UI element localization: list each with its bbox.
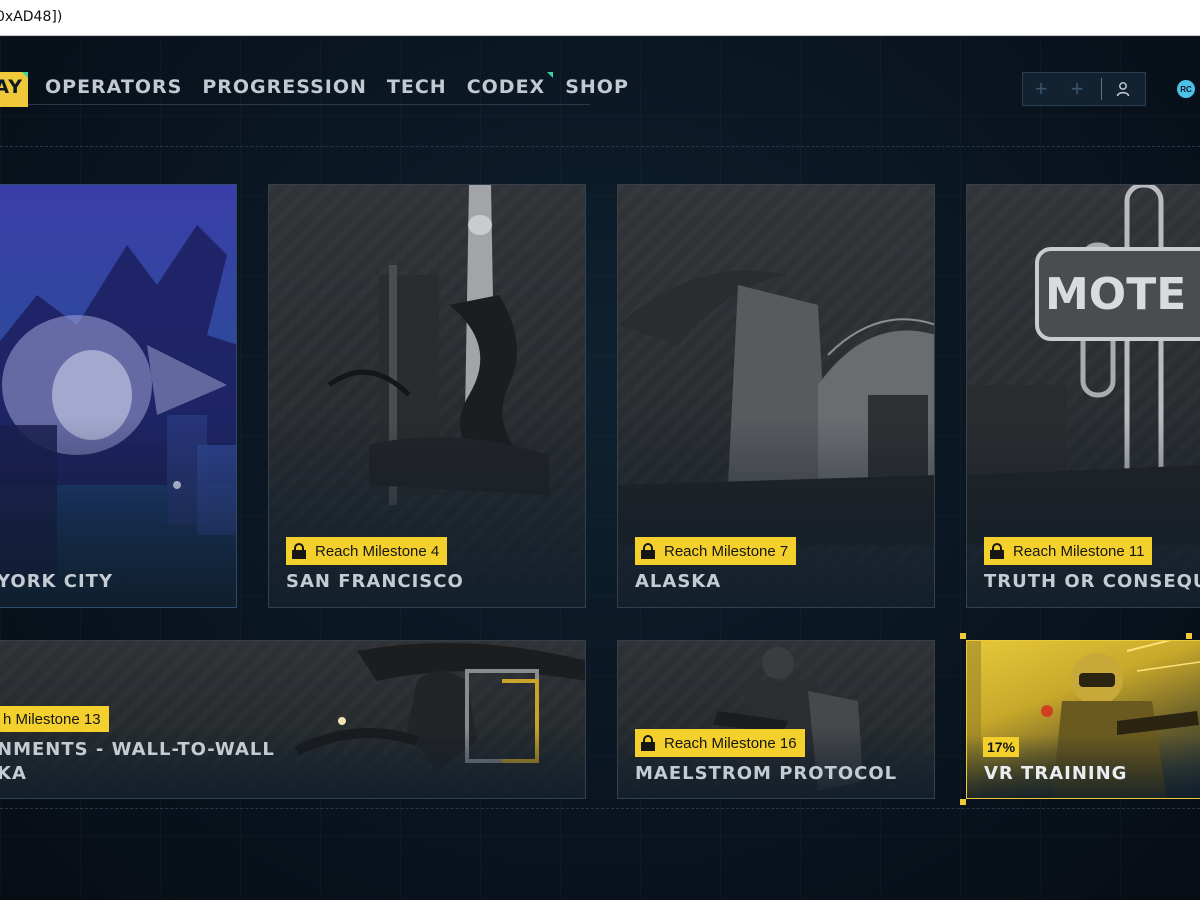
card-title-line-2: KA: [0, 763, 27, 784]
lock-icon: [292, 543, 306, 559]
top-divider: [0, 146, 1200, 147]
lock-icon: [990, 543, 1004, 559]
locked-badge: Reach Milestone 16: [635, 729, 805, 757]
svg-text:MOTE: MOTE: [1045, 269, 1186, 320]
nav-tab-shop[interactable]: SHOP: [555, 72, 639, 106]
currency-label: RC: [1180, 84, 1192, 94]
nav-active-indicator: [0, 104, 28, 107]
lock-label: Reach Milestone 16: [664, 734, 797, 752]
card-title: TRUTH OR CONSEQUE: [984, 571, 1200, 592]
nav-divider: [0, 104, 590, 105]
nav-tab-play[interactable]: AY: [0, 72, 28, 106]
currency-icon[interactable]: RC: [1177, 80, 1195, 98]
map-card-new-york[interactable]: YORK CITY: [0, 184, 237, 608]
add-slot-button-2[interactable]: +: [1059, 73, 1095, 105]
card-title: MAELSTROM PROTOCOL: [635, 763, 898, 784]
selection-corner-tl: [960, 633, 966, 639]
nav-tab-label: SHOP: [565, 76, 629, 98]
nav-tab-label: PROGRESSION: [202, 76, 367, 98]
card-title: ALASKA: [635, 571, 722, 592]
nav-tab-tech[interactable]: TECH: [377, 72, 457, 106]
card-title: YORK CITY: [0, 571, 113, 592]
selection-corner-bl: [960, 799, 966, 805]
nav-tab-progression[interactable]: PROGRESSION: [192, 72, 377, 106]
nav-tab-label: TECH: [386, 76, 447, 98]
bottom-divider: [0, 808, 1200, 809]
locked-badge: h Milestone 13: [0, 706, 109, 732]
card-shade: [0, 727, 585, 798]
notification-dot-icon: [22, 72, 28, 78]
nav-tab-label: CODEX: [466, 76, 546, 98]
nav-tab-operators[interactable]: OPERATORS: [35, 72, 192, 106]
mission-card-vr-training[interactable]: 17% VR TRAINING: [966, 640, 1200, 799]
lock-label: Reach Milestone 7: [664, 542, 789, 560]
locked-badge: Reach Milestone 4: [286, 537, 448, 565]
lock-label: h Milestone 13: [3, 710, 101, 728]
window-title: 0xAD48]): [0, 9, 63, 25]
selection-corner-tr: [1186, 633, 1192, 639]
card-title: VR TRAINING: [984, 763, 1128, 784]
lock-icon: [641, 735, 655, 751]
add-slot-button-1[interactable]: +: [1023, 73, 1059, 105]
mission-card-assignments[interactable]: h Milestone 13 NMENTS - WALL-TO-WALL KA: [0, 640, 586, 799]
progress-badge: 17%: [983, 737, 1020, 757]
main-nav: AY OPERATORS PROGRESSION TECH CODEX SHOP: [0, 72, 639, 106]
lock-label: Reach Milestone 4: [315, 542, 440, 560]
header-controls: + +: [1022, 72, 1146, 106]
controls-separator: [1101, 78, 1102, 100]
nav-tab-label: AY: [0, 76, 23, 98]
nav-tab-codex[interactable]: CODEX: [457, 72, 556, 106]
window-title-bar: 0xAD48]): [0, 0, 1200, 36]
locked-badge: Reach Milestone 11: [984, 537, 1153, 565]
lock-icon: [641, 543, 655, 559]
map-card-truth-or-consequences[interactable]: MOTE Reach Milestone 11 TRUTH OR CONSEQU…: [966, 184, 1200, 608]
nav-tab-label: OPERATORS: [45, 76, 183, 98]
map-card-alaska[interactable]: Reach Milestone 7 ALASKA: [617, 184, 935, 608]
locked-badge: Reach Milestone 7: [635, 537, 797, 565]
map-card-san-francisco[interactable]: Reach Milestone 4 SAN FRANCISCO: [268, 184, 586, 608]
mission-card-maelstrom-protocol[interactable]: Reach Milestone 16 MAELSTROM PROTOCOL: [617, 640, 935, 799]
lock-label: Reach Milestone 11: [1013, 542, 1145, 560]
notification-dot-icon: [547, 72, 554, 78]
card-title: SAN FRANCISCO: [286, 571, 464, 592]
card-title-line-1: NMENTS - WALL-TO-WALL: [0, 739, 275, 760]
profile-button[interactable]: [1108, 81, 1138, 97]
user-icon: [1116, 82, 1130, 97]
